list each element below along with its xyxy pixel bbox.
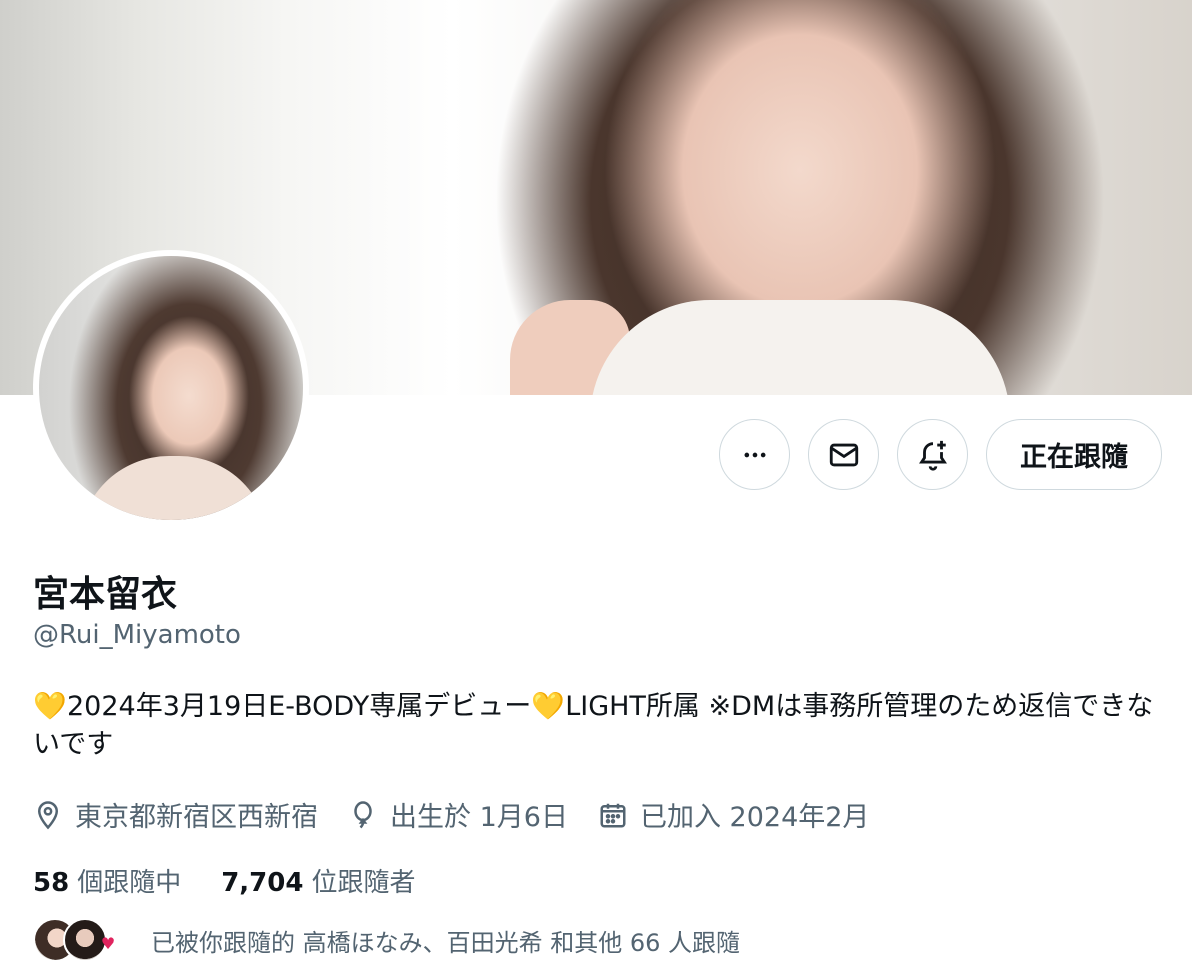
calendar-icon (600, 803, 626, 827)
avatar-body (79, 456, 269, 520)
location-text: 東京都新宿区西新宿 (75, 802, 318, 833)
display-name: 宮本留衣 (33, 574, 178, 615)
followed-by[interactable]: ♥ 已被你跟隨的 高橋ほなみ、百田光希 和其他 66 人跟隨 (33, 918, 740, 962)
joined-text: 已加入 2024年2月 (639, 802, 870, 833)
bio-part-1: 2024年3月19日E-BODY専属デビュー (67, 691, 532, 722)
profile-actions: 正在跟隨 (719, 419, 1162, 490)
mail-icon (829, 443, 858, 466)
profile-meta: 東京都新宿区西新宿 出生於 1月6日 已加入 2024年2月 (33, 795, 869, 834)
location-item: 東京都新宿区西新宿 (33, 795, 318, 834)
followed-by-text: 已被你跟隨的 高橋ほなみ、百田光希 和其他 66 人跟隨 (151, 928, 741, 957)
badge-icon: ♥ (100, 933, 116, 953)
more-icon (744, 452, 765, 457)
followers-stat[interactable]: 7,704 位跟隨者 (221, 862, 415, 899)
profile-bio: 💛2024年3月19日E-BODY専属デビュー💛LIGHT所属 ※DMは事務所管… (33, 688, 1158, 764)
banner-dress (590, 300, 1010, 395)
avatar-image (39, 256, 303, 520)
following-button[interactable]: 正在跟隨 (986, 419, 1162, 490)
following-label: 個跟隨中 (77, 868, 182, 898)
location-icon (37, 800, 59, 829)
following-count: 58 (33, 868, 70, 898)
heart-icon: 💛 (531, 691, 566, 722)
followed-by-avatars: ♥ (33, 918, 121, 962)
following-stat[interactable]: 58 個跟隨中 (33, 862, 181, 899)
joined-item: 已加入 2024年2月 (598, 795, 869, 834)
followers-count: 7,704 (221, 868, 304, 898)
follow-stats: 58 個跟隨中 7,704 位跟隨者 (33, 862, 415, 899)
notify-button[interactable] (897, 419, 968, 490)
bell-plus-icon (918, 440, 947, 471)
birthday-item: 出生於 1月6日 (348, 795, 568, 834)
birthday-text: 出生於 1月6日 (390, 802, 568, 833)
heart-icon: 💛 (33, 691, 67, 722)
followers-label: 位跟隨者 (311, 868, 416, 898)
user-handle: @Rui_Miyamoto (33, 620, 241, 650)
profile-avatar[interactable] (33, 250, 309, 526)
balloon-icon (354, 800, 372, 828)
more-button[interactable] (719, 419, 790, 490)
message-button[interactable] (808, 419, 879, 490)
